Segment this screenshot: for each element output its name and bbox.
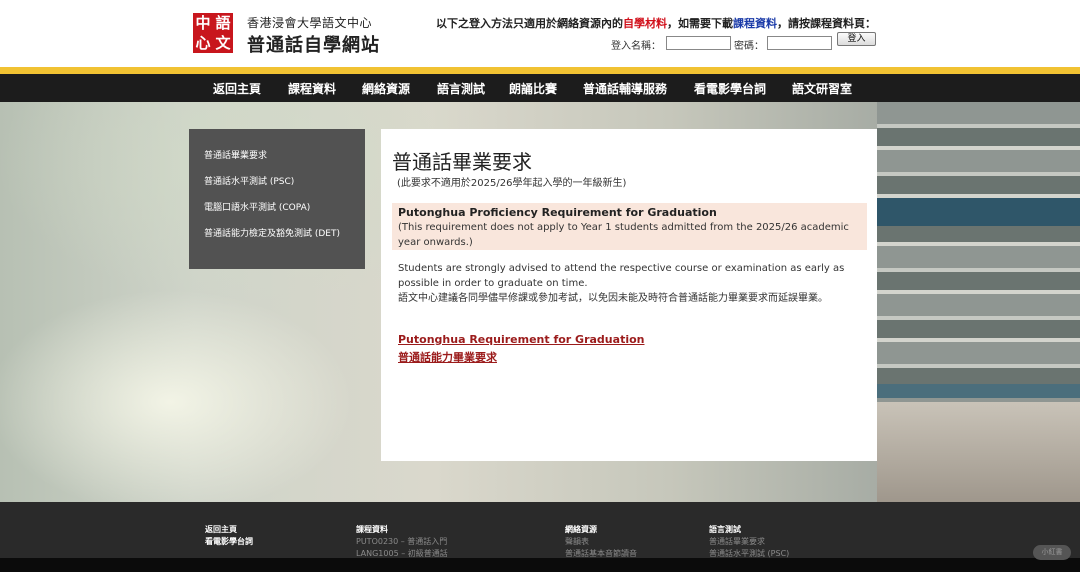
nav-item-courses[interactable]: 課程資料: [288, 80, 336, 97]
book-spine: [877, 384, 1080, 398]
course-materials-link[interactable]: 課程資料: [733, 17, 777, 30]
footer-link-home[interactable]: 返回主頁: [205, 524, 253, 536]
login-note-text: ，請按課程資料頁：: [777, 17, 876, 30]
footer-heading-resources[interactable]: 網絡資源: [565, 524, 637, 536]
footer-column-courses: 課程資料 PUTO0230 – 普通話入門 LANG1005 – 初級普通話: [356, 524, 448, 558]
footer-column-home: 返回主頁 看電影學台詞: [205, 524, 253, 548]
footer-link[interactable]: LANG1005 – 初級普通話: [356, 548, 448, 558]
logo-char: 心: [195, 34, 211, 52]
site-subtitle: 香港浸會大學語文中心: [247, 16, 373, 30]
footer-link[interactable]: 普通話畢業要求: [709, 536, 789, 548]
header-divider: [0, 67, 1080, 74]
notice-title: Putonghua Proficiency Requirement for Gr…: [398, 206, 717, 219]
footer-link[interactable]: PUTO0230 – 普通話入門: [356, 536, 448, 548]
nav-item-tutoring[interactable]: 普通話輔導服務: [583, 80, 667, 97]
login-note-text: ，如需要下載: [667, 17, 733, 30]
username-label: 登入名稱：: [611, 41, 661, 52]
notice-text: (This requirement does not apply to Year…: [398, 222, 849, 248]
graduation-requirement-link-zh[interactable]: 普通話能力畢業要求: [398, 349, 497, 365]
book-pages: [877, 402, 1080, 502]
login-button[interactable]: 登入: [837, 32, 876, 46]
notice-box: Putonghua Proficiency Requirement for Gr…: [392, 203, 867, 250]
password-input[interactable]: [767, 36, 832, 50]
book-spine: [877, 198, 1080, 226]
logo-char: 中: [195, 14, 211, 32]
nav-item-recitation[interactable]: 朗誦比賽: [509, 80, 557, 97]
login-note-text: 以下之登入方法只適用於網絡資源內的: [436, 17, 623, 30]
footer-heading-courses[interactable]: 課程資料: [356, 524, 448, 536]
page-note: (此要求不適用於2025/26學年起入學的一年級新生): [397, 178, 627, 189]
password-label: 密碼：: [734, 41, 764, 52]
self-study-link[interactable]: 自學材料: [623, 17, 667, 30]
advice-chinese: 語文中心建議各同學儘早修課或參加考試，以免因未能及時符合普通話能力畢業要求而延誤…: [398, 293, 828, 304]
graduation-requirement-link-en[interactable]: Putonghua Requirement for Graduation: [398, 333, 644, 346]
site-header: 中 語 心 文 香港浸會大學語文中心 普通話自學網站 以下之登入方法只適用於網絡…: [0, 0, 1080, 67]
sidebar-item-det[interactable]: 普通話能力檢定及豁免測試 (DET): [189, 224, 365, 250]
nav-item-language-tests[interactable]: 語言測試: [437, 80, 485, 97]
footer-heading-tests[interactable]: 語言測試: [709, 524, 789, 536]
nav-item-movie-lines[interactable]: 看電影學台詞: [694, 80, 766, 97]
username-input[interactable]: [666, 36, 731, 50]
footer-link-movie-lines[interactable]: 看電影學台詞: [205, 536, 253, 548]
language-centre-logo[interactable]: 中 語 心 文: [193, 13, 233, 53]
footer-column-tests: 語言測試 普通話畢業要求 普通話水平測試 (PSC): [709, 524, 789, 558]
footer-link[interactable]: 普通話水平測試 (PSC): [709, 548, 789, 558]
footer-link[interactable]: 聲韻表: [565, 536, 637, 548]
page-title: 普通話畢業要求: [392, 150, 532, 174]
site-footer: 返回主頁 看電影學台詞 課程資料 PUTO0230 – 普通話入門 LANG10…: [0, 502, 1080, 558]
watermark-badge: 小紅書: [1033, 545, 1071, 560]
advice-english: Students are strongly advised to attend …: [398, 263, 845, 289]
nav-item-home[interactable]: 返回主頁: [213, 80, 261, 97]
sidebar-item-psc[interactable]: 普通話水平測試 (PSC): [189, 172, 365, 198]
sidebar-item-graduation-requirement[interactable]: 普通話畢業要求: [189, 146, 365, 172]
footer-link[interactable]: 普通話基本音節讀音: [565, 548, 637, 558]
main-nav: 返回主頁 課程資料 網絡資源 語言測試 朗誦比賽 普通話輔導服務 看電影學台詞 …: [0, 74, 1080, 102]
sidebar-item-copa[interactable]: 電腦口語水平測試 (COPA): [189, 198, 365, 224]
login-note: 以下之登入方法只適用於網絡資源內的自學材料，如需要下載課程資料，請按課程資料頁：: [436, 15, 876, 31]
logo-char: 文: [215, 34, 231, 52]
site-title[interactable]: 普通話自學網站: [247, 31, 380, 57]
content-panel: 普通話畢業要求 (此要求不適用於2025/26學年起入學的一年級新生) Puto…: [381, 129, 877, 461]
bottom-strip: [0, 558, 1080, 572]
nav-item-online-resources[interactable]: 網絡資源: [362, 80, 410, 97]
footer-column-resources: 網絡資源 聲韻表 普通話基本音節讀音: [565, 524, 637, 558]
nav-item-language-lab[interactable]: 語文研習室: [792, 80, 852, 97]
advice-block: Students are strongly advised to attend …: [398, 261, 863, 306]
logo-char: 語: [215, 14, 231, 32]
sidebar-menu: 普通話畢業要求 普通話水平測試 (PSC) 電腦口語水平測試 (COPA) 普通…: [189, 129, 365, 269]
